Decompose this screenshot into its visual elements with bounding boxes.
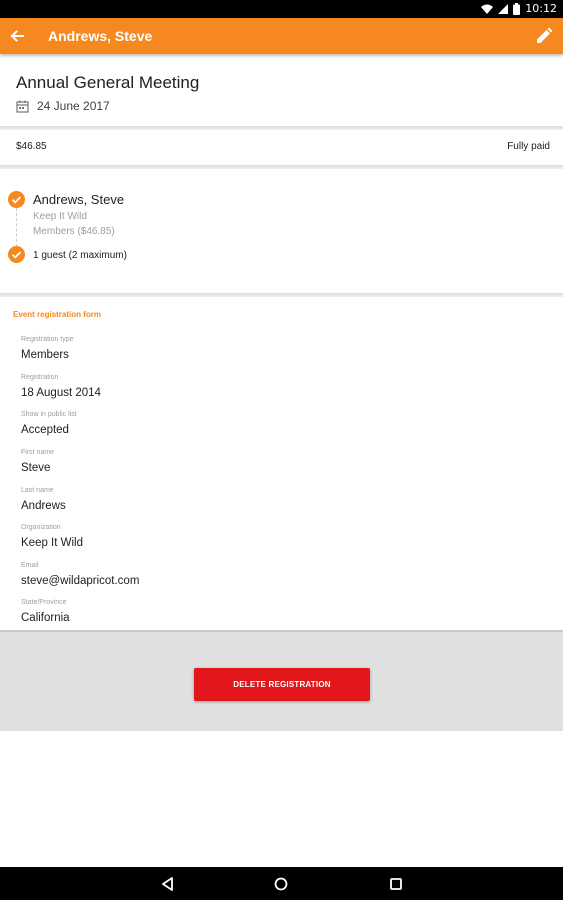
payment-status: Fully paid (507, 141, 550, 152)
field-value: Accepted (21, 424, 69, 436)
pencil-icon[interactable] (535, 27, 553, 45)
field-value: California (21, 612, 70, 624)
form-field: Email steve@wildapricot.com (21, 562, 139, 587)
form-field: Show in public list Accepted (21, 411, 77, 436)
divider (0, 293, 563, 297)
home-circle-icon[interactable] (273, 876, 289, 892)
field-label: Organization (21, 524, 61, 531)
field-value: steve@wildapricot.com (21, 575, 140, 587)
field-value: Andrews (21, 500, 66, 512)
registrant-organization: Keep It Wild (33, 211, 87, 222)
price-amount: $46.85 (16, 141, 47, 152)
check-circle-icon (8, 191, 25, 208)
registrant-level: Members ($46.85) (33, 226, 115, 237)
app-bar: Andrews, Steve (0, 18, 563, 54)
form-field: First name Steve (21, 449, 54, 474)
signal-icon (498, 3, 509, 14)
navigation-bar (0, 867, 563, 900)
actions-panel: DELETE REGISTRATION (0, 630, 563, 731)
field-label: Show in public list (21, 411, 77, 418)
field-label: Last name (21, 487, 54, 494)
field-label: First name (21, 449, 55, 456)
form-field: State/Province California (21, 599, 70, 624)
field-value: Steve (21, 462, 51, 474)
wifi-icon (481, 4, 494, 14)
field-label: Registration (21, 374, 59, 381)
battery-icon (513, 2, 521, 15)
field-label: State/Province (21, 599, 67, 606)
field-value: Keep It Wild (21, 537, 83, 549)
calendar-icon (16, 100, 29, 113)
status-time: 10:12 (525, 2, 557, 15)
recents-square-icon[interactable] (388, 876, 404, 892)
divider (0, 126, 563, 130)
status-bar: 10:12 (0, 0, 563, 18)
delete-registration-button[interactable]: DELETE REGISTRATION (194, 668, 370, 701)
divider (0, 165, 563, 169)
form-field: Registration 18 August 2014 (21, 374, 101, 399)
event-date: 24 June 2017 (37, 99, 110, 113)
back-triangle-icon[interactable] (160, 876, 176, 892)
form-field: Organization Keep It Wild (21, 524, 83, 549)
check-circle-icon (8, 246, 25, 263)
event-date-row: 24 June 2017 (16, 99, 110, 113)
form-field: Registration type Members (21, 336, 74, 361)
app-bar-title: Andrews, Steve (48, 28, 153, 44)
event-title: Annual General Meeting (16, 73, 200, 92)
field-label: Registration type (21, 336, 74, 343)
content: Annual General Meeting 24 June 2017 $46.… (0, 54, 563, 867)
arrow-left-icon[interactable] (8, 27, 26, 45)
field-label: Email (21, 562, 39, 569)
field-value: 18 August 2014 (21, 387, 101, 399)
form-field: Last name Andrews (21, 487, 66, 512)
guest-count: 1 guest (2 maximum) (33, 250, 127, 261)
form-section-title: Event registration form (13, 310, 102, 319)
registrant-name: Andrews, Steve (33, 192, 125, 207)
field-value: Members (21, 349, 69, 361)
